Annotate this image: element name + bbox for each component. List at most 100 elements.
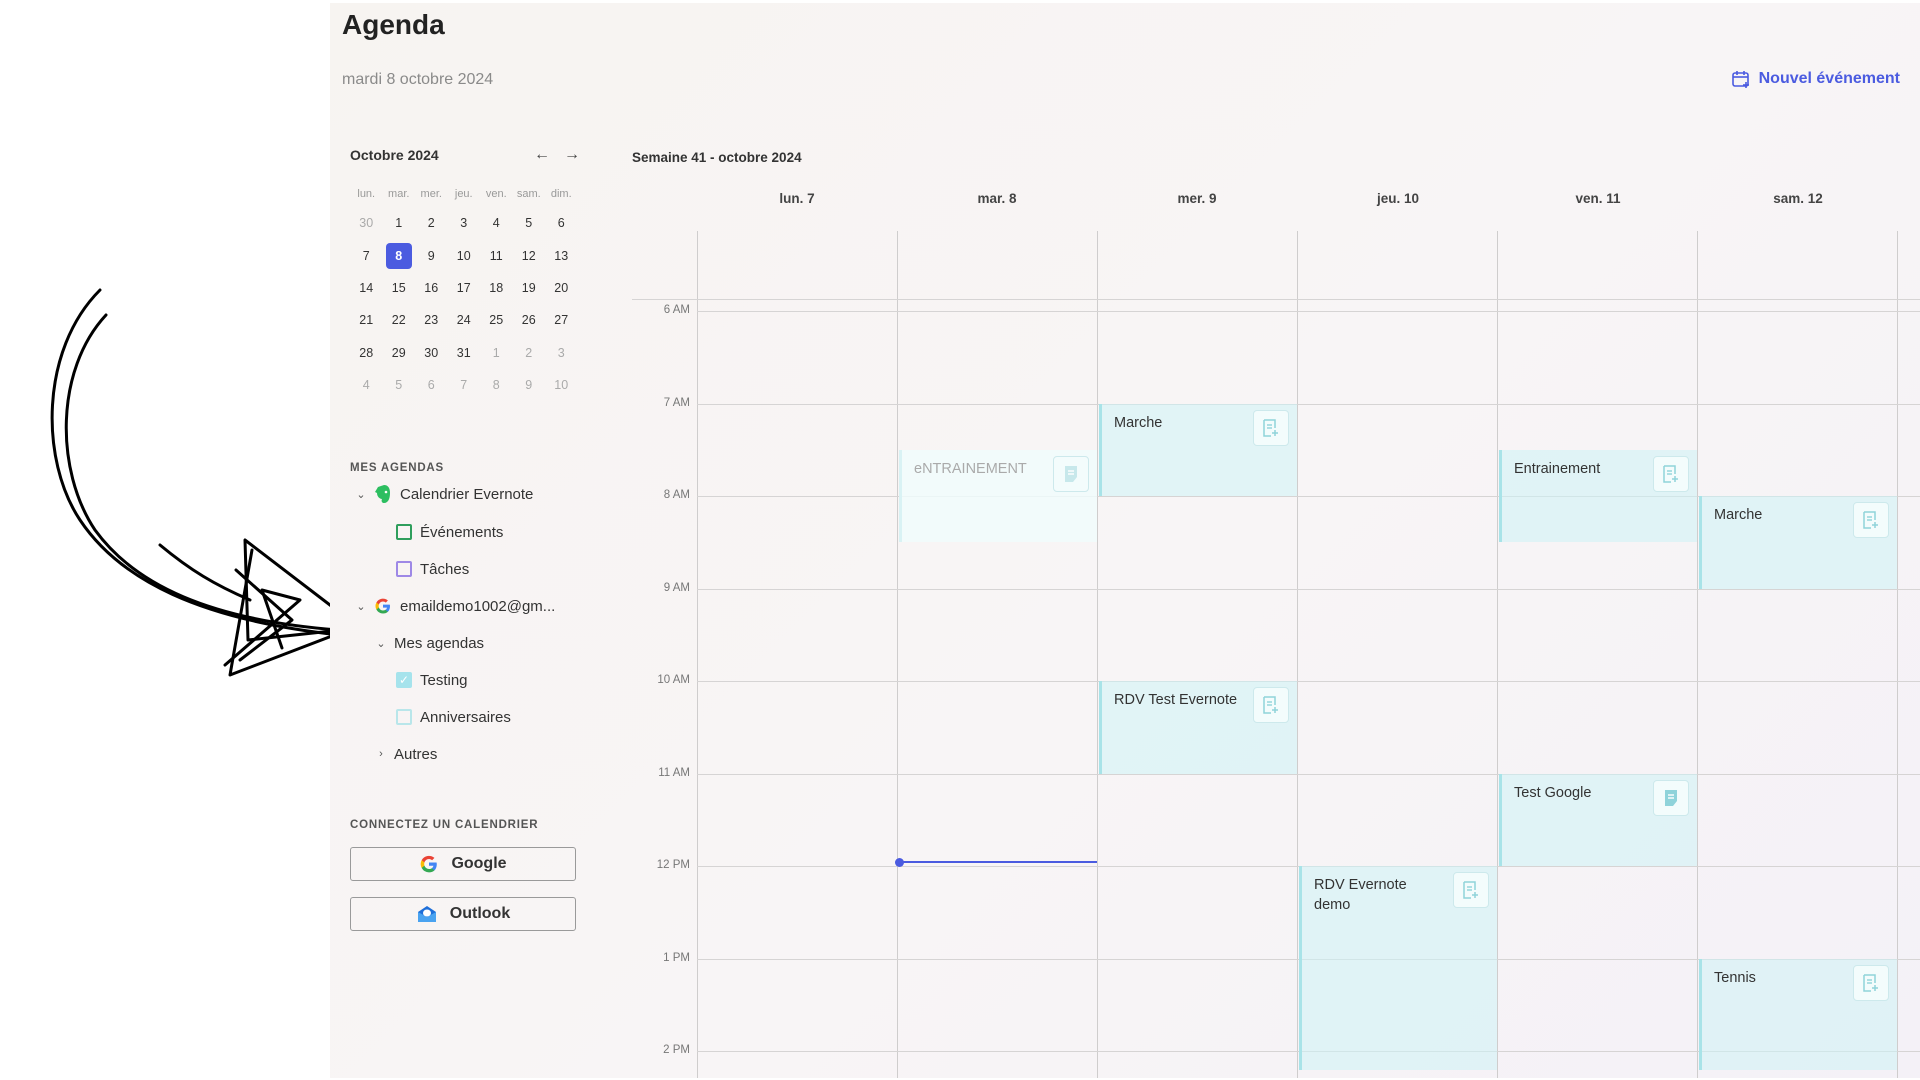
- chevron-right-icon[interactable]: ›: [376, 748, 386, 760]
- evernote-account-label: Calendrier Evernote: [400, 485, 534, 503]
- calendar-event[interactable]: eNTRAINEMENT: [899, 449, 1097, 543]
- mini-calendar-day[interactable]: 5: [383, 369, 416, 401]
- calendar-event[interactable]: Marche: [1699, 496, 1897, 589]
- mini-calendar-day[interactable]: 10: [448, 239, 481, 271]
- mini-calendar-day[interactable]: 8: [383, 239, 416, 271]
- day-header[interactable]: mer. 9: [1157, 191, 1237, 206]
- testing-label: Testing: [420, 671, 468, 689]
- mini-calendar-day[interactable]: 10: [545, 369, 578, 401]
- mini-calendar-day[interactable]: 13: [545, 239, 578, 271]
- birthdays-checkbox[interactable]: [396, 709, 412, 725]
- mini-calendar-day[interactable]: 23: [415, 304, 448, 336]
- testing-calendar-item[interactable]: ✓ Testing: [396, 668, 468, 692]
- mini-calendar-day[interactable]: 14: [350, 272, 383, 304]
- mini-calendar-day[interactable]: 17: [448, 272, 481, 304]
- calendar-event[interactable]: Marche: [1099, 403, 1297, 496]
- mini-calendar-day[interactable]: 22: [383, 304, 416, 336]
- day-header[interactable]: mar. 8: [957, 191, 1037, 206]
- mini-calendar-day[interactable]: 30: [350, 207, 383, 239]
- note-add-icon[interactable]: [1853, 964, 1889, 1001]
- mini-calendar-day[interactable]: 24: [448, 304, 481, 336]
- mini-calendar-day[interactable]: 3: [448, 207, 481, 239]
- evernote-events-item[interactable]: Événements: [396, 520, 503, 544]
- mini-calendar-day[interactable]: 7: [448, 369, 481, 401]
- selected-day[interactable]: 8: [385, 242, 412, 269]
- note-add-icon[interactable]: [1253, 409, 1289, 446]
- chevron-down-icon[interactable]: ⌄: [356, 600, 366, 613]
- mini-calendar-day[interactable]: 11: [480, 239, 513, 271]
- hour-line: [697, 403, 1920, 405]
- weekday-label: mar.: [388, 188, 410, 200]
- others-item[interactable]: › Autres: [376, 742, 437, 766]
- google-my-calendars-item[interactable]: ⌄ Mes agendas: [376, 631, 484, 655]
- arrow-left-icon[interactable]: ←: [534, 146, 550, 164]
- tasks-checkbox[interactable]: [396, 561, 412, 577]
- mini-calendar-day[interactable]: 18: [480, 272, 513, 304]
- mini-calendar-day[interactable]: 12: [513, 239, 546, 271]
- mini-calendar-day[interactable]: 2: [415, 207, 448, 239]
- evernote-account-item[interactable]: ⌄ Calendrier Evernote: [356, 482, 533, 506]
- mini-calendar-day[interactable]: 1: [383, 207, 416, 239]
- calendar-event[interactable]: RDV Evernote demo: [1299, 866, 1497, 1070]
- mini-calendar-day[interactable]: 20: [545, 272, 578, 304]
- arrow-right-icon[interactable]: →: [564, 146, 580, 164]
- mini-calendar-day[interactable]: 9: [415, 239, 448, 271]
- day-column-divider: [1697, 231, 1698, 1078]
- day-header[interactable]: sam. 12: [1758, 191, 1838, 206]
- mini-calendar-day[interactable]: 31: [448, 337, 481, 369]
- chevron-down-icon[interactable]: ⌄: [376, 637, 386, 650]
- day-column-divider: [1497, 231, 1498, 1078]
- mini-calendar-day[interactable]: 5: [513, 207, 546, 239]
- mini-calendar-day[interactable]: 29: [383, 337, 416, 369]
- mini-calendar-day[interactable]: 15: [383, 272, 416, 304]
- calendar-event[interactable]: Entrainement: [1499, 449, 1697, 543]
- evernote-tasks-item[interactable]: Tâches: [396, 557, 469, 581]
- google-account-label: emaildemo1002@gm...: [400, 597, 556, 615]
- note-add-icon[interactable]: [1253, 687, 1289, 723]
- connect-google-button[interactable]: Google: [350, 847, 576, 881]
- mini-calendar-day[interactable]: 4: [350, 369, 383, 401]
- mini-calendar-day[interactable]: 1: [480, 337, 513, 369]
- calendar-event[interactable]: Tennis: [1699, 958, 1897, 1070]
- day-header[interactable]: jeu. 10: [1358, 191, 1438, 206]
- mini-calendar-day[interactable]: 7: [350, 239, 383, 271]
- google-logo-icon: [421, 855, 438, 873]
- mini-calendar-day[interactable]: 6: [415, 369, 448, 401]
- mini-calendar-day[interactable]: 9: [513, 369, 546, 401]
- mini-calendar-day[interactable]: 30: [415, 337, 448, 369]
- day-column-divider: [697, 231, 698, 1078]
- note-add-icon[interactable]: [1453, 872, 1489, 908]
- mini-calendar-day[interactable]: 2: [513, 337, 546, 369]
- birthdays-calendar-item[interactable]: Anniversaires: [396, 705, 511, 729]
- mini-calendar-day[interactable]: 26: [513, 304, 546, 336]
- week-grid[interactable]: 6 AM 7 AM 8 AM 9 AM 10 AM 11 AM 12 PM 1 PM 2 PM M…: [632, 231, 1920, 1078]
- mini-calendar-day[interactable]: 21: [350, 304, 383, 336]
- testing-checkbox[interactable]: ✓: [396, 672, 412, 688]
- note-add-icon[interactable]: [1853, 502, 1889, 538]
- note-icon[interactable]: [1053, 455, 1089, 492]
- mini-calendar-day[interactable]: 28: [350, 337, 383, 369]
- mini-calendar: Octobre 2024 ← → lun. mar. mer. jeu. ven. sam…: [350, 143, 580, 401]
- mini-calendar-day[interactable]: 4: [480, 207, 513, 239]
- mini-calendar-day[interactable]: 16: [415, 272, 448, 304]
- day-header[interactable]: ven. 11: [1558, 191, 1638, 206]
- chevron-down-icon[interactable]: ⌄: [356, 488, 366, 501]
- note-icon[interactable]: [1653, 779, 1689, 816]
- new-event-button[interactable]: Nouvel événement: [1731, 69, 1900, 89]
- connect-outlook-button[interactable]: Outlook: [350, 897, 576, 931]
- mini-calendar-day[interactable]: 19: [513, 272, 546, 304]
- mini-calendar-day[interactable]: 8: [480, 369, 513, 401]
- calendar-event[interactable]: RDV Test Evernote: [1099, 681, 1297, 774]
- week-title: Semaine 41 - octobre 2024: [632, 150, 802, 165]
- mini-calendar-day[interactable]: 25: [480, 304, 513, 336]
- mini-calendar-day[interactable]: 27: [545, 304, 578, 336]
- events-checkbox[interactable]: [396, 524, 412, 540]
- mini-calendar-day[interactable]: 3: [545, 337, 578, 369]
- day-header[interactable]: lun. 7: [757, 191, 837, 206]
- connect-calendar-heading: CONNECTEZ UN CALENDRIER: [350, 819, 539, 831]
- mini-calendar-month: Octobre 2024: [350, 147, 439, 163]
- mini-calendar-day[interactable]: 6: [545, 207, 578, 239]
- google-account-item[interactable]: ⌄ emaildemo1002@gm...: [356, 594, 555, 618]
- note-add-icon[interactable]: [1653, 455, 1689, 492]
- calendar-event[interactable]: Test Google: [1499, 773, 1697, 866]
